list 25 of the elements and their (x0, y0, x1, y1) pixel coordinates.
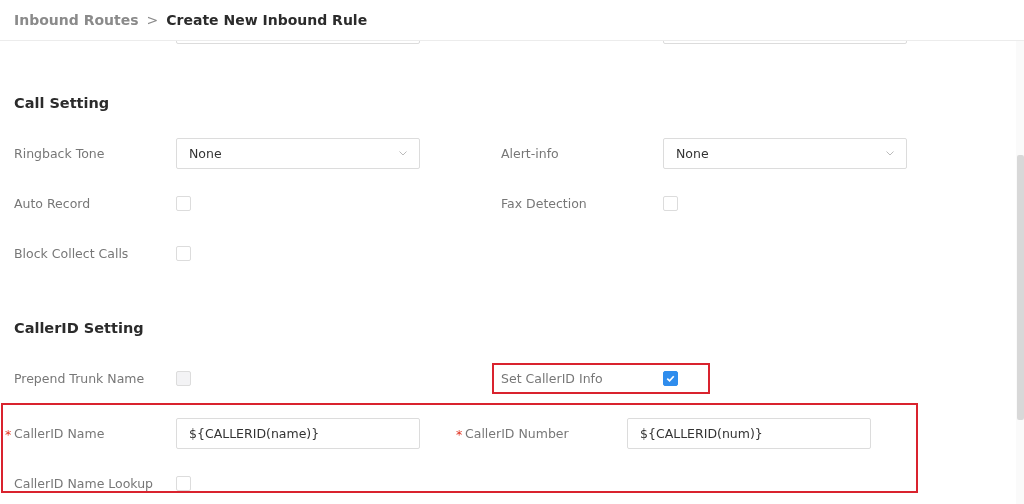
section-heading: Call Setting (13, 94, 111, 113)
input-field[interactable]: ${CALLERID(name)} (176, 417, 420, 449)
required-marker: * (456, 426, 463, 442)
chevron-down-icon (399, 150, 407, 156)
scrollbar-thumb[interactable] (1017, 155, 1024, 420)
field-label: CallerID Name (14, 425, 105, 441)
scrollbar[interactable] (1016, 41, 1024, 504)
required-marker: * (5, 426, 12, 442)
field-label: Prepend Trunk Name (14, 370, 145, 386)
field-label: CallerID Name Lookup (14, 475, 154, 491)
checkbox[interactable] (663, 370, 678, 386)
field-label: Alert-info (501, 145, 559, 161)
field-label: Ringback Tone (14, 145, 105, 161)
section-heading: CallerID Setting (13, 319, 145, 338)
field-label: Set CallerID Info (501, 370, 603, 386)
field-label: Block Collect Calls (14, 245, 129, 261)
select-field[interactable]: None (663, 137, 907, 169)
breadcrumb-separator: > (146, 12, 159, 28)
field-label: Auto Record (14, 195, 91, 211)
input-field[interactable]: ${CALLERID(num)} (627, 417, 871, 449)
field-label: CallerID Number (465, 425, 569, 441)
field-label: Fax Detection (501, 195, 587, 211)
page-title: Create New Inbound Rule (166, 12, 368, 28)
chevron-down-icon (886, 150, 894, 156)
select-field[interactable]: None (176, 137, 420, 169)
